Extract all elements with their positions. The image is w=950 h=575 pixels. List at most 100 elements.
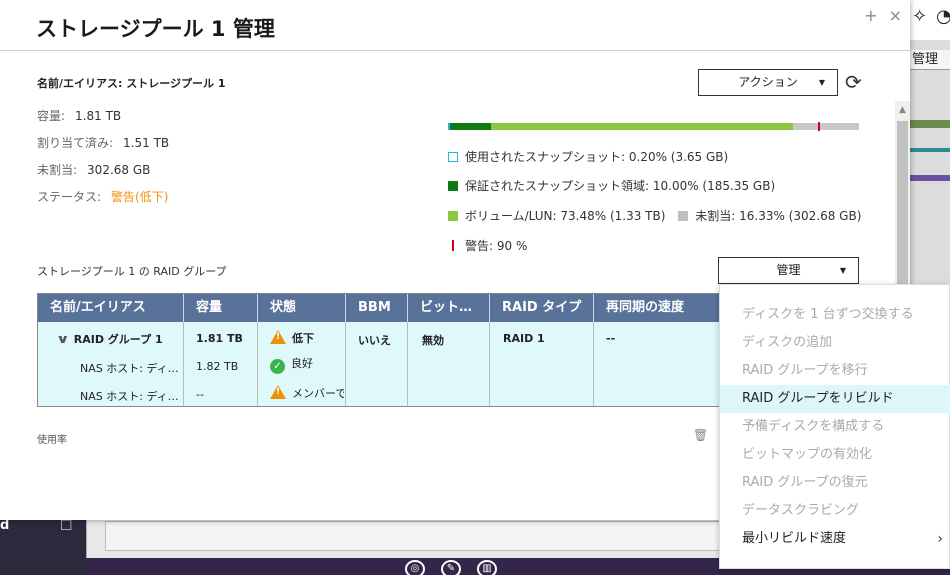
caret-down-icon: ▼ [818, 78, 825, 87]
status-label: ステータス: [37, 190, 102, 204]
column-divider [593, 322, 594, 406]
chevron-right-icon: › [937, 531, 943, 547]
legend-swatch [448, 181, 458, 191]
usage-label: 使用率 [37, 435, 67, 446]
scroll-up-icon[interactable]: ▲ [895, 105, 910, 115]
help-icon[interactable]: ◔ [936, 6, 950, 27]
background-sidebar [0, 520, 86, 575]
legend-guaranteed: 保証されたスナップショット領域: 10.00% (185.35 GB) [448, 177, 775, 194]
menu-item-add-disk[interactable]: ディスクの追加 [720, 329, 950, 357]
legend-guaranteed-text: 保証されたスナップショット領域: 10.00% (185.35 GB) [465, 179, 776, 193]
warning-icon [270, 330, 286, 344]
menu-item-min-rebuild-speed-label: 最小リビルド速度 [742, 531, 847, 546]
raid-group-resync: -- [606, 332, 616, 345]
background-manage-tab[interactable]: 管理 [910, 50, 950, 70]
background-stripe [910, 175, 950, 181]
raid-group-status: 低下 [270, 330, 314, 346]
raid-group-type: RAID 1 [503, 332, 545, 345]
menu-item-replace-disks[interactable]: ディスクを 1 台ずつ交換する [720, 301, 950, 329]
allocated-row: 割り当て済み: 1.51 TB [37, 134, 169, 151]
usage-warning-marker [817, 122, 820, 131]
legend-swatch [678, 211, 689, 221]
table-header: 名前/エイリアス 容量 状態 BBM ビット… RAID タイプ 再同期の速度 [38, 294, 776, 322]
column-header-status[interactable]: 状態 [258, 294, 346, 322]
legend-snapshot: 使用されたスナップショット: 0.20% (3.65 GB) [448, 148, 728, 165]
background-stripe [910, 148, 950, 152]
manage-button[interactable]: 管理 ▼ [718, 257, 859, 284]
manage-dropdown-menu: ディスクを 1 台ずつ交換する ディスクの追加 RAID グループを移行 RAI… [719, 284, 950, 569]
legend-swatch [448, 152, 458, 162]
background-stripe [910, 120, 950, 128]
warning-icon [270, 385, 286, 399]
background-topbar: ✧ ◔ [910, 0, 950, 40]
raid-group-capacity: 1.81 TB [196, 332, 243, 345]
column-header-capacity[interactable]: 容量 [184, 294, 258, 322]
pool-name: 名前/エイリアス: ストレージプール 1 [37, 77, 226, 90]
status-value: 警告(低下) [111, 190, 169, 204]
tools-icon[interactable]: ✎ [441, 560, 461, 575]
menu-item-min-rebuild-speed[interactable]: 最小リビルド速度 › [720, 525, 950, 553]
raid-group-bitmap: 無効 [422, 334, 444, 347]
capacity-label: 容量: [37, 109, 66, 123]
trash-icon[interactable]: 🗑 [693, 428, 708, 442]
column-header-raid-type[interactable]: RAID タイプ [490, 294, 594, 322]
allocated-label: 割り当て済み: [37, 136, 114, 150]
raid-group-table: 名前/エイリアス 容量 状態 BBM ビット… RAID タイプ 再同期の速度 … [37, 293, 777, 407]
raid-section-title: ストレージプール 1 の RAID グループ [37, 265, 227, 278]
legend-unallocated-text: 未割当: 16.33% (302.68 GB) [695, 209, 862, 223]
edit-icon[interactable]: ☐ [60, 518, 73, 534]
disk-status-text: 良好 [291, 357, 313, 370]
legend-snapshot-text: 使用されたスナップショット: 0.20% (3.65 GB) [465, 150, 729, 164]
column-divider [183, 322, 184, 406]
unallocated-value: 302.68 GB [87, 163, 151, 177]
dialog-title: ストレージプール 1 管理 [36, 17, 275, 41]
background-panel-inner [105, 521, 720, 551]
column-divider [489, 322, 490, 406]
menu-item-data-scrubbing[interactable]: データスクラビング [720, 497, 950, 525]
unallocated-label: 未割当: [37, 163, 78, 177]
menu-item-recover-raid[interactable]: RAID グループの復元 [720, 469, 950, 497]
caret-down-icon: ▼ [839, 266, 846, 275]
disk-name: NAS ホスト: ディ… [80, 362, 179, 375]
column-divider [257, 322, 258, 406]
table-row[interactable]: NAS ホスト: ディ… [80, 388, 180, 404]
table-row[interactable]: NAS ホスト: ディ… [80, 360, 180, 376]
disk-capacity: -- [196, 388, 204, 401]
legend-warning-marker [452, 240, 454, 251]
legend-warning: 警告: 90 % [448, 237, 527, 254]
menu-item-spare-disk[interactable]: 予備ディスクを構成する [720, 413, 950, 441]
disk-status: メンバーで [270, 385, 344, 401]
menu-item-migrate-raid[interactable]: RAID グループを移行 [720, 357, 950, 385]
scrollbar-thumb[interactable] [897, 121, 908, 291]
capacity-value: 1.81 TB [75, 109, 122, 123]
panel-icon[interactable]: ▥ [477, 560, 497, 575]
action-button-label: アクション [738, 75, 798, 89]
legend-volume-text: ボリューム/LUN: 73.48% (1.33 TB) [465, 209, 666, 223]
raid-group-bbm: いいえ [358, 334, 391, 347]
column-header-bitmap[interactable]: ビット… [408, 294, 490, 322]
maximize-icon[interactable]: + [864, 6, 877, 25]
menu-item-enable-bitmap[interactable]: ビットマップの有効化 [720, 441, 950, 469]
dashboard-icon[interactable]: ◎ [405, 560, 425, 575]
legend-volume: ボリューム/LUN: 73.48% (1.33 TB) 未割当: 16.33% … [448, 207, 861, 224]
legend-warning-text: 警告: 90 % [465, 239, 528, 253]
action-button[interactable]: アクション ▼ [698, 69, 838, 96]
chevron-down-icon[interactable]: ∨ [58, 332, 70, 346]
menu-item-rebuild-raid[interactable]: RAID グループをリビルド [720, 385, 950, 413]
dialog-controls: + × [858, 6, 902, 25]
raid-group-status-text: 低下 [292, 332, 314, 345]
column-header-bbm[interactable]: BBM [346, 294, 408, 322]
table-row[interactable]: ∨RAID グループ 1 [58, 331, 163, 347]
status-row: ステータス: 警告(低下) [37, 188, 168, 205]
refresh-icon[interactable]: ⟳ [845, 71, 867, 93]
disk-status: ✓ 良好 [270, 355, 313, 374]
usage-bar [448, 122, 859, 131]
close-icon[interactable]: × [889, 6, 902, 25]
check-circle-icon: ✓ [270, 359, 285, 374]
disk-status-text: メンバーで [292, 387, 344, 400]
disk-capacity: 1.82 TB [196, 360, 239, 373]
column-header-name[interactable]: 名前/エイリアス [38, 294, 184, 322]
wand-icon[interactable]: ✧ [912, 6, 927, 27]
allocated-value: 1.51 TB [123, 136, 170, 150]
disk-name: NAS ホスト: ディ… [80, 390, 179, 403]
